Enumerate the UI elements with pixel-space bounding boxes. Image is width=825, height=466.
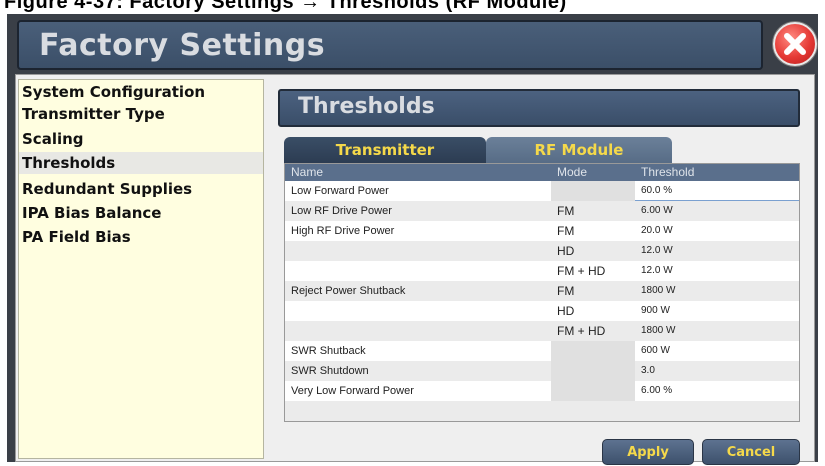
settings-sidebar: System Configuration Transmitter Type Sc… — [18, 79, 264, 459]
column-header-name: Name — [291, 165, 324, 179]
row-name: Low RF Drive Power — [291, 205, 392, 217]
row-name: SWR Shutback — [291, 345, 366, 357]
row-name: High RF Drive Power — [291, 225, 395, 237]
window-title: Factory Settings — [39, 28, 326, 63]
sidebar-item-ipa-bias-balance[interactable]: IPA Bias Balance — [19, 202, 263, 224]
table-row[interactable]: SWR Shutdown 3.0 — [285, 361, 799, 381]
row-mode: FM + HD — [557, 264, 606, 278]
sidebar-item-scaling[interactable]: Scaling — [19, 128, 263, 150]
table-row[interactable] — [285, 401, 799, 421]
table-row[interactable]: Low RF Drive Power FM 6.00 W — [285, 201, 799, 221]
sidebar-item-system-configuration[interactable]: System Configuration — [19, 81, 263, 103]
close-button[interactable] — [773, 22, 817, 66]
column-header-threshold: Threshold — [641, 165, 695, 179]
table-row[interactable]: FM + HD 1800 W — [285, 321, 799, 341]
row-threshold[interactable]: 900 W — [635, 301, 799, 321]
cancel-button[interactable]: Cancel — [702, 439, 800, 465]
tab-transmitter[interactable]: Transmitter — [284, 137, 486, 163]
table-row[interactable]: Very Low Forward Power 6.00 % — [285, 381, 799, 401]
row-mode: HD — [557, 304, 575, 318]
row-threshold[interactable]: 3.0 — [635, 361, 799, 381]
sidebar-item-pa-field-bias[interactable]: PA Field Bias — [19, 226, 263, 248]
table-row[interactable]: SWR Shutback 600 W — [285, 341, 799, 361]
row-mode — [551, 401, 635, 421]
row-threshold[interactable]: 12.0 W — [635, 261, 799, 281]
row-name — [285, 261, 551, 281]
column-header-mode: Mode — [557, 165, 588, 179]
factory-settings-window: Factory Settings System Configuration Tr… — [7, 14, 818, 465]
figure-caption: Figure 4-37: Factory Settings → Threshol… — [0, 0, 825, 14]
row-mode — [551, 181, 635, 201]
row-mode — [551, 381, 635, 401]
table-row[interactable]: High RF Drive Power FM 20.0 W — [285, 221, 799, 241]
row-name — [285, 241, 551, 261]
row-mode: FM — [557, 224, 575, 238]
row-threshold[interactable]: 6.00 % — [635, 381, 799, 401]
row-threshold[interactable]: 20.0 W — [635, 221, 799, 241]
row-mode — [551, 361, 635, 381]
row-name — [285, 401, 551, 421]
row-threshold[interactable]: 12.0 W — [635, 241, 799, 261]
thresholds-table: Name Mode Threshold Low Forward Power 60.… — [284, 163, 800, 422]
sidebar-item-thresholds[interactable]: Thresholds — [19, 152, 263, 174]
row-mode — [551, 341, 635, 361]
row-name — [285, 301, 551, 321]
row-name: Very Low Forward Power — [291, 385, 414, 397]
table-row[interactable]: Low Forward Power 60.0 % — [285, 181, 799, 201]
table-row[interactable]: HD 900 W — [285, 301, 799, 321]
row-mode: FM — [557, 284, 575, 298]
tab-rf-module[interactable]: RF Module — [486, 137, 672, 163]
row-threshold[interactable]: 60.0 % — [635, 181, 799, 201]
table-row[interactable]: Reject Power Shutback FM 1800 W — [285, 281, 799, 301]
content-panel: System Configuration Transmitter Type Sc… — [15, 74, 815, 465]
table-row[interactable]: HD 12.0 W — [285, 241, 799, 261]
table-header: Name Mode Threshold — [285, 164, 799, 181]
row-name: SWR Shutdown — [291, 365, 369, 377]
row-mode: FM — [557, 204, 575, 218]
window-titlebar: Factory Settings — [17, 20, 763, 70]
row-name: Low Forward Power — [291, 185, 389, 197]
row-mode: FM + HD — [557, 324, 606, 338]
apply-button[interactable]: Apply — [602, 439, 694, 465]
row-threshold[interactable]: 1800 W — [635, 321, 799, 341]
sidebar-item-transmitter-type[interactable]: Transmitter Type — [19, 103, 263, 125]
row-threshold[interactable]: 600 W — [635, 341, 799, 361]
row-threshold[interactable]: 1800 W — [635, 281, 799, 301]
row-mode: HD — [557, 244, 575, 258]
row-threshold[interactable]: 6.00 W — [635, 201, 799, 221]
table-row[interactable]: FM + HD 12.0 W — [285, 261, 799, 281]
close-icon — [784, 33, 806, 55]
section-title: Thresholds — [298, 94, 435, 119]
section-title-bar: Thresholds — [278, 89, 800, 127]
table-body: Low Forward Power 60.0 % Low RF Drive Powe… — [285, 181, 799, 421]
row-threshold[interactable] — [635, 401, 799, 421]
sidebar-item-redundant-supplies[interactable]: Redundant Supplies — [19, 178, 263, 200]
row-name — [285, 321, 551, 341]
row-name: Reject Power Shutback — [291, 285, 406, 297]
